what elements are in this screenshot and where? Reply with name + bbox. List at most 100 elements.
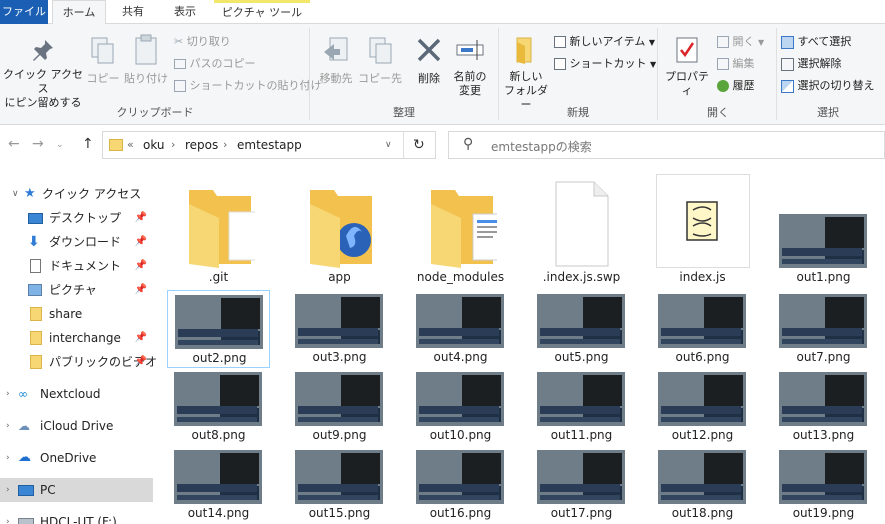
nav-pc[interactable]: › PC: [0, 478, 153, 502]
breadcrumb-overflow[interactable]: «: [127, 138, 134, 151]
nav-documents[interactable]: ドキュメント 📌: [0, 254, 153, 278]
copy-button[interactable]: コピー: [86, 36, 120, 86]
breadcrumb-item[interactable]: emtestapp: [237, 138, 302, 152]
nav-drive[interactable]: › HDCL-UT (F:): [0, 510, 153, 524]
breadcrumb-item[interactable]: oku: [143, 138, 165, 152]
open-button[interactable]: 開く ▼: [717, 34, 764, 51]
select-none-button[interactable]: 選択解除: [781, 56, 842, 72]
edit-button[interactable]: 編集: [717, 56, 755, 72]
ribbon-tabs: ファイル ホーム 共有 表示 ピクチャ ツール: [0, 0, 885, 25]
back-arrow-icon[interactable]: ←: [8, 136, 20, 152]
refresh-icon[interactable]: ↻: [413, 137, 425, 153]
paste-shortcut-button[interactable]: ショートカットの貼り付け: [174, 78, 322, 94]
pin-icon[interactable]: 📌: [135, 230, 147, 254]
file-item[interactable]: out9.png: [288, 368, 391, 446]
file-item[interactable]: out6.png: [651, 290, 754, 368]
file-item[interactable]: node_modules: [409, 174, 512, 288]
rename-button[interactable]: 名前の 変更: [450, 36, 490, 98]
tab-view[interactable]: 表示: [160, 0, 210, 24]
file-item[interactable]: index.js: [651, 174, 754, 288]
new-item-button[interactable]: 新しいアイテム ▼: [554, 34, 655, 51]
file-name: out14.png: [187, 506, 250, 520]
file-item[interactable]: .index.js.swp: [530, 174, 633, 288]
nav-quick-access[interactable]: ∨ ★ クイック アクセス: [0, 182, 153, 206]
file-item[interactable]: out3.png: [288, 290, 391, 368]
address-bar[interactable]: « oku › repos › emtestapp ∨ ↻: [102, 131, 436, 159]
nav-nextcloud[interactable]: › ∞ Nextcloud: [0, 382, 153, 406]
new-folder-button[interactable]: 新しい フォルダー: [500, 36, 552, 112]
file-item[interactable]: out14.png: [167, 446, 270, 524]
tab-file[interactable]: ファイル: [0, 0, 48, 24]
copy-to-label: コピー先: [358, 72, 402, 85]
up-arrow-icon[interactable]: ↑: [82, 136, 94, 152]
expand-chevron-icon[interactable]: ∨: [12, 182, 19, 206]
file-name: out7.png: [796, 350, 851, 364]
expand-chevron-icon[interactable]: ›: [6, 510, 10, 524]
history-button[interactable]: 履歴: [717, 78, 755, 94]
recent-chevron-icon[interactable]: ⌄: [56, 140, 64, 150]
nav-label: デスクトップ: [49, 211, 122, 225]
file-item[interactable]: out15.png: [288, 446, 391, 524]
file-item[interactable]: out2.png: [167, 290, 270, 368]
move-to-button[interactable]: 移動先: [314, 36, 358, 86]
pin-icon[interactable]: 📌: [135, 206, 147, 230]
file-item[interactable]: out5.png: [530, 290, 633, 368]
pin-icon[interactable]: 📌: [135, 326, 147, 350]
tab-share[interactable]: 共有: [110, 0, 156, 24]
delete-button[interactable]: 削除: [410, 36, 448, 86]
paste-button[interactable]: 貼り付け: [124, 34, 168, 86]
expand-chevron-icon[interactable]: ›: [6, 382, 10, 406]
invert-selection-button[interactable]: 選択の切り替え: [781, 78, 875, 94]
copy-path-button[interactable]: パスのコピー: [174, 56, 256, 72]
expand-chevron-icon[interactable]: ›: [6, 414, 10, 438]
file-item[interactable]: out17.png: [530, 446, 633, 524]
tab-picture-tools[interactable]: ピクチャ ツール: [214, 0, 310, 24]
file-item[interactable]: app: [288, 174, 391, 288]
nav-onedrive[interactable]: › ☁ OneDrive: [0, 446, 153, 470]
forward-arrow-icon[interactable]: →: [32, 136, 44, 152]
file-name: out9.png: [312, 428, 367, 442]
expand-chevron-icon[interactable]: ›: [6, 478, 10, 502]
nav-pictures[interactable]: ピクチャ 📌: [0, 278, 153, 302]
shortcut-button[interactable]: ショートカット ▼: [554, 56, 656, 73]
properties-button[interactable]: プロパティ: [660, 36, 714, 98]
file-item[interactable]: out16.png: [409, 446, 512, 524]
ribbon: クイック アクセス にピン留めする コピー 貼り付け ✂ 切り取り パスのコピー…: [0, 24, 885, 125]
select-all-button[interactable]: すべて選択: [781, 34, 851, 50]
pin-icon[interactable]: 📌: [135, 278, 147, 302]
file-item[interactable]: out8.png: [167, 368, 270, 446]
pin-icon[interactable]: 📌: [135, 254, 147, 278]
pc-monitor-icon: [18, 485, 34, 496]
search-box[interactable]: ⚲ emtestappの検索: [448, 131, 885, 159]
copy-to-button[interactable]: コピー先: [358, 36, 402, 86]
nav-public-videos[interactable]: パブリックのビデオ 📌: [0, 350, 157, 374]
new-item-label: 新しいアイテム: [569, 35, 646, 48]
png-thumbnail: [537, 294, 625, 348]
pin-icon[interactable]: 📌: [135, 350, 147, 374]
address-dropdown-icon[interactable]: ∨: [385, 140, 392, 150]
breadcrumb-item[interactable]: repos: [185, 138, 218, 152]
expand-chevron-icon[interactable]: ›: [6, 446, 10, 470]
scissors-icon: ✂: [174, 35, 184, 48]
file-item[interactable]: .git: [167, 174, 270, 288]
pin-to-quick-access-button[interactable]: クイック アクセス にピン留めする: [2, 38, 84, 110]
file-item[interactable]: out1.png: [772, 174, 875, 288]
cut-button[interactable]: ✂ 切り取り: [174, 34, 231, 50]
nav-desktop[interactable]: デスクトップ 📌: [0, 206, 153, 230]
file-item[interactable]: out19.png: [772, 446, 875, 524]
tab-home[interactable]: ホーム: [52, 0, 106, 25]
nav-share[interactable]: share: [0, 302, 153, 326]
properties-label: プロパティ: [665, 70, 709, 97]
dropdown-arrow-icon: ▼: [758, 38, 765, 47]
nav-interchange[interactable]: interchange 📌: [0, 326, 153, 350]
nav-downloads[interactable]: ⬇ ダウンロード 📌: [0, 230, 153, 254]
file-item[interactable]: out7.png: [772, 290, 875, 368]
file-item[interactable]: out13.png: [772, 368, 875, 446]
file-item[interactable]: out10.png: [409, 368, 512, 446]
file-item[interactable]: out12.png: [651, 368, 754, 446]
file-item[interactable]: out18.png: [651, 446, 754, 524]
path-icon: [174, 59, 186, 69]
file-item[interactable]: out11.png: [530, 368, 633, 446]
file-item[interactable]: out4.png: [409, 290, 512, 368]
nav-icloud[interactable]: › ☁ iCloud Drive: [0, 414, 153, 438]
